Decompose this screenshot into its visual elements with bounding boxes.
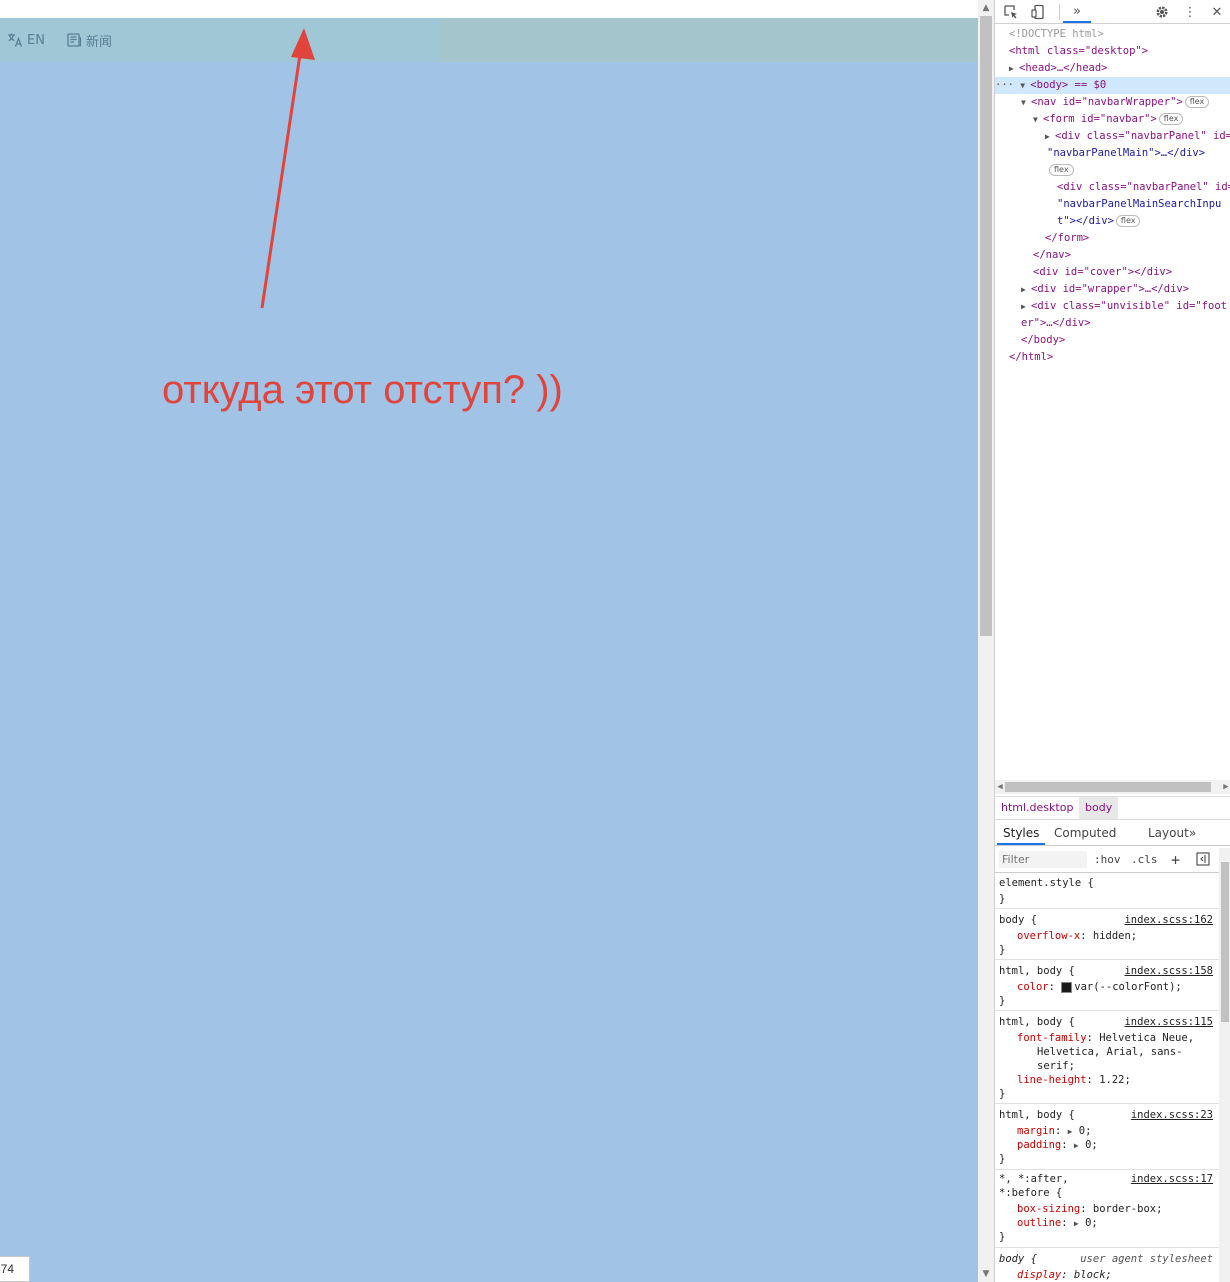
dom-node-continued: "navbarPanelMain">…</div> bbox=[1047, 147, 1206, 159]
dom-node[interactable]: ▶ <div class="navbarPanel" id= bbox=[1045, 128, 1230, 145]
scroll-left-icon[interactable]: ◀ bbox=[995, 780, 1005, 794]
styles-scrollbar[interactable] bbox=[1219, 848, 1230, 1282]
breadcrumb-body[interactable]: body bbox=[1079, 797, 1119, 819]
dom-node[interactable]: ▼ <nav id="navbarWrapper"> flex bbox=[1021, 94, 1210, 111]
top-gap bbox=[0, 0, 978, 18]
language-switch[interactable]: EN bbox=[7, 30, 45, 50]
more-tabs-icon[interactable]: » bbox=[1183, 820, 1202, 845]
page-content bbox=[0, 62, 978, 1282]
toggle-sidebar-icon[interactable] bbox=[1196, 852, 1210, 868]
close-icon[interactable]: ✕ bbox=[1207, 2, 1227, 22]
dom-node[interactable]: ▶ <div id="wrapper">…</div> bbox=[1021, 281, 1189, 298]
size-tooltip: 574 bbox=[0, 1256, 30, 1282]
breadcrumb-html[interactable]: html.desktop bbox=[995, 797, 1079, 819]
dom-node[interactable]: <div id="cover"></div> bbox=[1033, 264, 1172, 281]
news-link[interactable]: 新闻 bbox=[66, 30, 112, 50]
translate-icon bbox=[8, 33, 23, 47]
web-page: EN 新闻 откуда этот отступ? )) 574 bbox=[0, 0, 978, 1282]
devtools-panel: » ⋮ ✕ <!DOCTYPE html> <html class="deskt… bbox=[994, 0, 1230, 1282]
add-rule-icon[interactable]: + bbox=[1171, 852, 1180, 868]
dom-node[interactable]: ▶ <div class="unvisible" id="foot bbox=[1021, 298, 1227, 315]
dom-node[interactable]: </html> bbox=[1009, 349, 1053, 366]
styles-tabbar: Styles Computed Layout » bbox=[995, 820, 1230, 846]
news-icon bbox=[67, 33, 82, 47]
scroll-down-icon[interactable]: ▼ bbox=[978, 1266, 994, 1282]
scrollbar-thumb[interactable] bbox=[1005, 782, 1211, 792]
kebab-menu-icon[interactable]: ⋮ bbox=[1180, 2, 1200, 22]
more-tabs-tab[interactable]: » bbox=[1063, 0, 1091, 23]
hover-state-toggle[interactable]: :hov bbox=[1094, 852, 1121, 868]
dom-node[interactable]: <!DOCTYPE html> bbox=[1009, 26, 1104, 43]
language-label: EN bbox=[27, 32, 45, 48]
scrollbar-thumb[interactable] bbox=[1221, 862, 1229, 1022]
dom-node-continued: "navbarPanelMainSearchInpu bbox=[1057, 198, 1222, 210]
dom-node-continued: t"></div> flex bbox=[1057, 213, 1141, 230]
news-label: 新闻 bbox=[86, 34, 113, 50]
flex-badge[interactable]: flex bbox=[1158, 113, 1184, 125]
styles-filter-bar: :hov .cls + bbox=[995, 847, 1230, 873]
style-rule: body { index.scss:162 overflow-x: hidden… bbox=[995, 910, 1219, 960]
devtools-toolbar: » ⋮ ✕ bbox=[995, 0, 1230, 24]
annotation-text: откуда этот отступ? )) bbox=[162, 368, 563, 412]
breadcrumb: html.desktop body bbox=[995, 796, 1230, 820]
tab-computed[interactable]: Computed bbox=[1048, 820, 1122, 845]
flex-badge[interactable]: flex bbox=[1184, 96, 1210, 108]
inspect-icon[interactable] bbox=[1001, 2, 1021, 22]
style-rule: element.style { } bbox=[995, 873, 1219, 909]
tab-styles[interactable]: Styles bbox=[997, 820, 1046, 845]
dom-node[interactable]: ▶ <head>…</head> bbox=[1009, 60, 1108, 77]
dom-node-continued: er">…</div> bbox=[1021, 317, 1091, 329]
dom-node[interactable]: </nav> bbox=[1033, 247, 1071, 264]
dom-node-badge-row: flex bbox=[1047, 162, 1074, 179]
device-toggle-icon[interactable] bbox=[1028, 2, 1048, 22]
navbar: EN 新闻 bbox=[0, 18, 978, 62]
flex-badge[interactable]: flex bbox=[1049, 164, 1074, 176]
dom-node[interactable]: ▼ <form id="navbar"> flex bbox=[1033, 111, 1184, 128]
scrollbar-thumb[interactable] bbox=[980, 16, 992, 636]
dom-node[interactable]: <div class="navbarPanel" id= bbox=[1057, 179, 1230, 196]
dom-node[interactable]: <html class="desktop"> bbox=[1009, 43, 1148, 60]
navbar-search-panel bbox=[440, 18, 978, 62]
more-tabs-icon: » bbox=[1073, 3, 1081, 19]
scroll-right-icon[interactable]: ▶ bbox=[1221, 780, 1230, 794]
style-rule: html, body { index.scss:115 font-family:… bbox=[995, 1012, 1219, 1104]
style-rule: html, body { index.scss:158 color: var(-… bbox=[995, 961, 1219, 1011]
styles-filter-input[interactable] bbox=[999, 851, 1087, 868]
flex-badge[interactable]: flex bbox=[1115, 215, 1141, 227]
style-rule: html, body { index.scss:23 margin: ▶ 0; … bbox=[995, 1105, 1219, 1170]
class-toggle[interactable]: .cls bbox=[1131, 852, 1158, 868]
style-rule: *, *:after, index.scss:17 *:before { box… bbox=[995, 1171, 1219, 1248]
dom-node[interactable]: </form> bbox=[1045, 230, 1089, 247]
elements-horizontal-scrollbar[interactable]: ◀ ▶ bbox=[995, 780, 1230, 794]
dom-node-selected[interactable]: ··· ▼ <body> == $0 bbox=[995, 77, 1230, 94]
style-rule: body { user agent stylesheet display: bl… bbox=[999, 1253, 1213, 1281]
toolbar-separator bbox=[1059, 4, 1060, 20]
gear-icon[interactable] bbox=[1152, 2, 1172, 22]
dom-node[interactable]: </body> bbox=[1021, 332, 1065, 349]
scroll-up-icon[interactable]: ▲ bbox=[978, 0, 994, 16]
page-scrollbar[interactable]: ▲ ▼ bbox=[978, 0, 994, 1282]
color-swatch[interactable] bbox=[1061, 981, 1073, 993]
